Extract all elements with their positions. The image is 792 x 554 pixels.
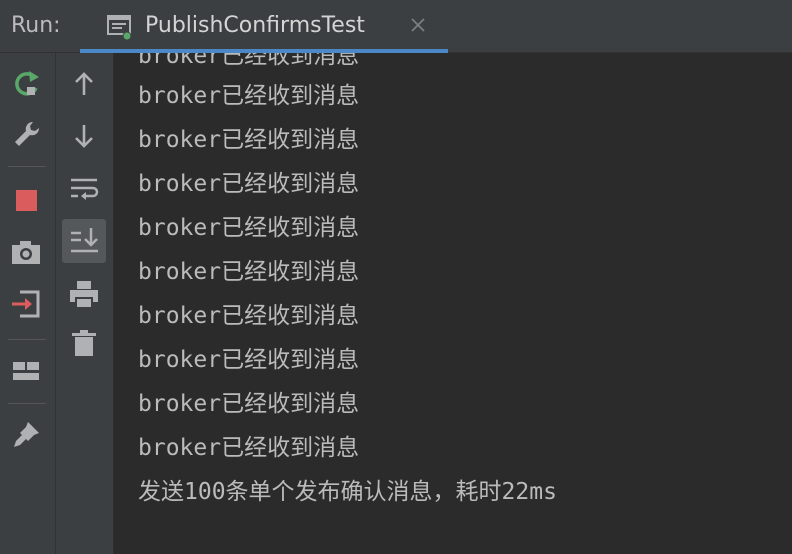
trash-icon[interactable] <box>66 326 102 362</box>
camera-icon[interactable] <box>8 234 44 270</box>
console-line: broker已经收到消息 <box>138 171 360 197</box>
console-line: 发送100条单个发布确认消息，耗时22ms <box>138 479 557 505</box>
run-header: Run: PublishConfirmsTest <box>0 0 792 53</box>
layout-icon[interactable] <box>8 353 44 389</box>
arrow-up-icon[interactable] <box>66 66 102 102</box>
console-line: broker已经收到消息 <box>138 303 360 329</box>
close-icon[interactable] <box>407 14 429 36</box>
arrow-down-icon[interactable] <box>66 118 102 154</box>
console-line: broker已经收到消息 <box>138 83 360 109</box>
rerun-icon[interactable] <box>9 66 45 102</box>
console-toolbar <box>56 53 114 554</box>
tab-title: PublishConfirmsTest <box>145 13 365 38</box>
scroll-to-end-icon[interactable] <box>62 219 106 263</box>
soft-wrap-icon[interactable] <box>66 170 102 206</box>
toolbar-separator <box>8 166 46 167</box>
run-config-icon <box>107 14 133 41</box>
console-line: broker已经收到消息 <box>138 347 360 373</box>
tab-publish-confirms-test[interactable]: PublishConfirmsTest <box>80 0 448 53</box>
console-output[interactable]: broker已经收到消息 broker已经收到消息 broker已经收到消息 b… <box>114 53 792 554</box>
toolbar-separator <box>8 403 46 404</box>
run-label: Run: <box>11 13 61 38</box>
console-line: broker已经收到消息 <box>138 391 360 417</box>
left-toolbar <box>0 53 56 554</box>
wrench-icon[interactable] <box>9 116 45 152</box>
print-icon[interactable] <box>66 276 102 312</box>
console-line: broker已经收到消息 <box>138 215 360 241</box>
pin-icon[interactable] <box>8 417 44 453</box>
exit-icon[interactable] <box>8 286 44 322</box>
console-line: broker已经收到消息 <box>138 127 360 153</box>
toolbar-separator <box>8 339 46 340</box>
console-line: broker已经收到消息 <box>138 435 360 461</box>
run-tool-window: Run: PublishConfirmsTest broker已经收到消息 br… <box>0 0 792 554</box>
console-line: broker已经收到消息 <box>138 259 360 285</box>
stop-icon[interactable] <box>9 182 45 218</box>
console-line: broker已经收到消息 <box>138 53 360 69</box>
